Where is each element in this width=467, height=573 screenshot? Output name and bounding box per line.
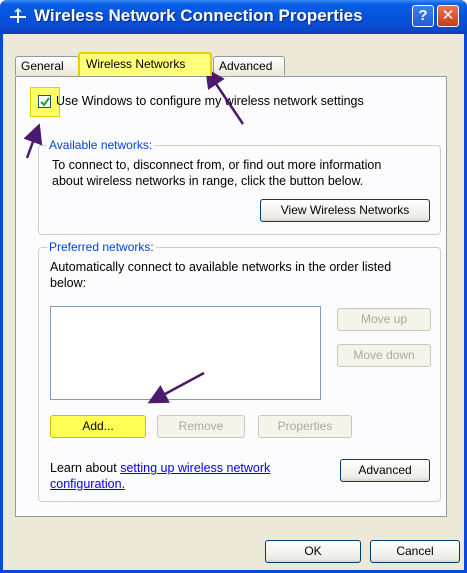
move-up-button[interactable]: Move up [337, 308, 431, 331]
remove-button[interactable]: Remove [157, 415, 245, 438]
ok-button[interactable]: OK [265, 540, 361, 563]
close-button[interactable]: ✕ [437, 5, 459, 27]
checkmark-icon [40, 97, 50, 107]
setup-link-line1[interactable]: setting up wireless network [120, 461, 270, 475]
learn-about-prefix: Learn about [50, 461, 121, 475]
advanced-button[interactable]: Advanced [340, 459, 430, 482]
tab-general[interactable]: General [15, 56, 79, 75]
available-description-line1: To connect to, disconnect from, or find … [52, 158, 382, 172]
available-description-line2: about wireless networks in range, click … [52, 174, 364, 188]
use-windows-label[interactable]: Use Windows to configure my wireless net… [56, 94, 364, 108]
help-button[interactable]: ? [412, 5, 434, 27]
preferred-networks-legend: Preferred networks: [47, 240, 156, 254]
learn-about-text: Learn about setting up wireless network [50, 461, 270, 476]
add-button[interactable]: Add... [50, 415, 146, 438]
move-down-button[interactable]: Move down [337, 344, 431, 367]
cancel-button[interactable]: Cancel [370, 540, 460, 563]
preferred-description-line2: below: [50, 276, 87, 290]
tab-advanced[interactable]: Advanced [213, 56, 285, 75]
title-bar[interactable]: Wireless Network Connection Properties ?… [0, 0, 467, 34]
preferred-description-line1: Automatically connect to available netwo… [50, 260, 392, 274]
setup-link-line2[interactable]: configuration. [50, 477, 125, 492]
view-wireless-networks-button[interactable]: View Wireless Networks [260, 199, 430, 222]
tab-wireless-networks[interactable]: Wireless Networks [78, 52, 212, 76]
properties-button[interactable]: Properties [258, 415, 352, 438]
window-title: Wireless Network Connection Properties [34, 6, 363, 25]
network-connection-icon [10, 7, 26, 23]
use-windows-checkbox[interactable] [38, 95, 51, 108]
preferred-networks-list[interactable] [50, 306, 321, 400]
available-networks-legend: Available networks: [47, 138, 155, 152]
